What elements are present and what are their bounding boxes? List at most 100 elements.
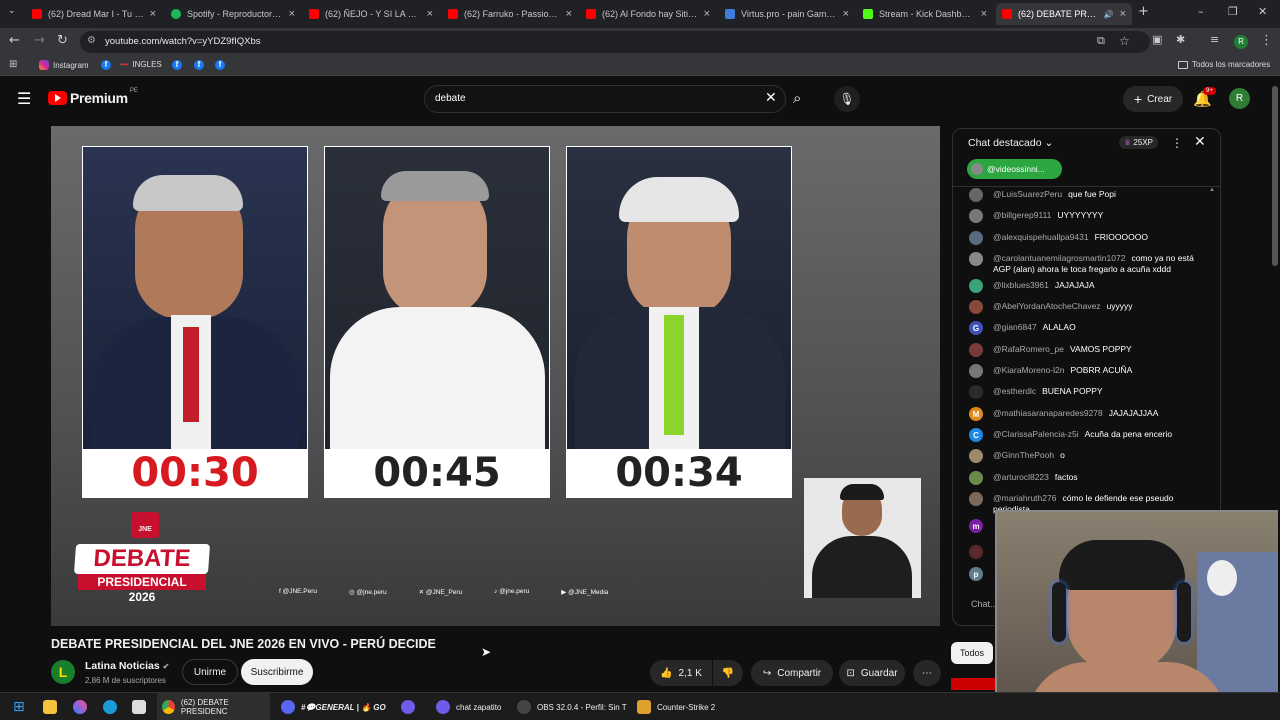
chat-avatar[interactable]: M [969, 407, 983, 421]
clear-search-icon[interactable]: ✕ [765, 90, 777, 106]
tab-list-chevron-icon[interactable]: ⌄ [8, 6, 16, 16]
store[interactable] [132, 693, 146, 720]
chat-input[interactable]: Chat... [971, 599, 998, 609]
chat-author[interactable]: @mariahruth276 [993, 493, 1056, 503]
chat-avatar[interactable] [969, 385, 983, 399]
bookmark-instagram[interactable]: Instagram [39, 60, 89, 70]
chat-avatar[interactable] [969, 364, 983, 378]
close-tab-icon[interactable]: × [566, 8, 572, 20]
chat-author[interactable]: @arturocl8223 [993, 472, 1049, 482]
bookmark-facebook[interactable]: f [215, 60, 225, 70]
browser-tab[interactable]: Spotify - Reproductor we × [165, 3, 301, 25]
browser-tab[interactable]: (62) Al Fondo hay Sitio 8 × [580, 3, 716, 25]
chat-avatar[interactable]: G [969, 321, 983, 335]
channel-avatar[interactable]: L [51, 660, 75, 684]
restore-icon[interactable]: ❐ [1228, 5, 1238, 18]
chat-author[interactable]: @mathiasaranaparedes9278 [993, 408, 1103, 418]
browser-tab-active[interactable]: (62) DEBATE PRESIDE🔊× [996, 3, 1132, 25]
save-button[interactable]: ⊡ Guardar [839, 660, 905, 686]
close-tab-icon[interactable]: × [150, 8, 156, 20]
start-button[interactable]: ⊞ [13, 693, 25, 720]
browser-menu-icon[interactable]: ⋮ [1260, 33, 1273, 48]
bookmark-star-icon[interactable]: ☆ [1119, 34, 1130, 48]
chat-avatar[interactable]: m [969, 519, 983, 533]
chat-avatar[interactable] [969, 492, 983, 506]
chat-author[interactable]: @gian6847 [993, 322, 1037, 332]
bookmark-facebook[interactable]: f [172, 60, 182, 70]
like-button[interactable]: 👍 2,1 K [650, 660, 712, 686]
chat-avatar[interactable] [969, 279, 983, 293]
chat-menu-icon[interactable]: ⋮ [1171, 136, 1183, 150]
scroll-up-icon[interactable]: ▲ [1209, 187, 1215, 193]
mute-tab-icon[interactable]: 🔊 [1104, 10, 1114, 19]
pinned-user-chip[interactable]: @videossinni... [967, 159, 1062, 179]
chat-author[interactable]: @GinnThePooh [993, 450, 1054, 460]
browser-tab[interactable]: (62) ÑEJO - Y SI LA VES -× [303, 3, 439, 25]
bookmark-facebook[interactable]: f [194, 60, 204, 70]
chat-mode-dropdown[interactable]: Chat destacado ⌄ [968, 137, 1053, 149]
chat-avatar[interactable] [969, 343, 983, 357]
omnibox[interactable]: ⚙ youtube.com/watch?v=yYDZ9fIQXbs ⧉ ☆ [80, 31, 1150, 53]
chat-author[interactable]: @carolantuanemilagrosmartin1072 [993, 253, 1125, 263]
bookmark-facebook[interactable]: f [101, 60, 111, 70]
subscribe-button[interactable]: Suscribirme [241, 659, 313, 685]
video-player[interactable]: 00:30 00:45 00:34 JNE DEBATE PRESIDENCIA… [51, 126, 940, 626]
close-tab-icon[interactable]: × [843, 8, 849, 20]
chat-avatar[interactable] [969, 209, 983, 223]
profile-avatar[interactable]: R [1234, 35, 1248, 49]
edge[interactable] [103, 693, 117, 720]
copilot[interactable] [73, 693, 87, 720]
close-tab-icon[interactable]: × [704, 8, 710, 20]
notifications-button[interactable]: 🔔 9+ [1193, 87, 1216, 109]
taskbar-discord[interactable]: #💬GENERAL | 🔥 GO [281, 693, 386, 720]
forward-icon[interactable]: → [34, 33, 45, 48]
bookmark-ingles[interactable]: ••• INGLES [120, 60, 162, 69]
chat-avatar[interactable] [969, 545, 983, 559]
close-tab-icon[interactable]: × [981, 8, 987, 20]
chat-author[interactable]: @KiaraMoreno-l2n [993, 365, 1064, 375]
install-app-icon[interactable]: ⧉ [1097, 34, 1105, 48]
chat-avatar[interactable]: C [969, 428, 983, 442]
close-window-icon[interactable]: ✕ [1258, 5, 1267, 18]
minimize-icon[interactable]: – [1198, 5, 1204, 18]
more-actions-button[interactable]: ⋯ [913, 660, 941, 686]
new-tab-icon[interactable]: + [1138, 4, 1149, 19]
search-box[interactable]: debate ✕ [424, 85, 786, 113]
chat-author[interactable]: @AbelYordanAtocheChavez [993, 301, 1101, 311]
taskbar-app[interactable] [401, 693, 415, 720]
browser-tab[interactable]: (62) Farruko - Passion Wh × [442, 3, 578, 25]
back-icon[interactable]: ← [9, 33, 20, 48]
taskbar-chrome[interactable]: (62) DEBATE PRESIDENC [157, 693, 270, 720]
site-info-icon[interactable]: ⚙ [87, 35, 96, 46]
close-tab-icon[interactable]: × [1120, 8, 1126, 20]
chat-author[interactable]: @LuisSuarezPeru [993, 189, 1062, 199]
chat-avatar[interactable] [969, 188, 983, 202]
taskbar-cs2[interactable]: Counter-Strike 2 [637, 693, 715, 720]
browser-tab[interactable]: (62) Dread Mar I - Tu Sin × [26, 3, 162, 25]
extensions-icon[interactable]: ✱ [1176, 33, 1185, 46]
search-icon[interactable]: ⌕ [793, 89, 801, 107]
youtube-premium-logo[interactable]: Premium PE [48, 88, 138, 106]
chat-author[interactable]: @lixblues3961 [993, 280, 1049, 290]
page-scrollbar[interactable] [1272, 86, 1278, 266]
reload-icon[interactable]: ↻ [57, 33, 68, 48]
filter-chip-all[interactable]: Todos [951, 642, 993, 664]
share-button[interactable]: ↪ Compartir [751, 660, 833, 686]
all-bookmarks[interactable]: Todos los marcadores [1178, 60, 1270, 69]
join-button[interactable]: Unirme [182, 659, 238, 685]
chat-author[interactable]: @RafaRomero_pe [993, 344, 1064, 354]
taskbar-obs[interactable]: OBS 32.0.4 - Perfil: Sin T [517, 693, 627, 720]
chat-author[interactable]: @alexquispehuallpa9431 [993, 232, 1089, 242]
create-button[interactable]: + Crear [1123, 86, 1183, 112]
hamburger-menu-icon[interactable]: ☰ [17, 89, 31, 108]
taskbar-chat[interactable]: chat zapatito [436, 693, 501, 720]
chat-author[interactable]: @billgerep9111 [993, 210, 1051, 220]
dislike-button[interactable]: 👎 [713, 660, 743, 686]
account-avatar[interactable]: R [1229, 88, 1250, 109]
file-explorer[interactable] [43, 693, 57, 720]
chat-avatar[interactable]: p [969, 567, 983, 581]
chat-avatar[interactable] [969, 300, 983, 314]
browser-tab[interactable]: Stream - Kick Dashboard × [857, 3, 993, 25]
close-tab-icon[interactable]: × [289, 8, 295, 20]
xp-badge[interactable]: ♛ 25XP [1119, 136, 1158, 149]
